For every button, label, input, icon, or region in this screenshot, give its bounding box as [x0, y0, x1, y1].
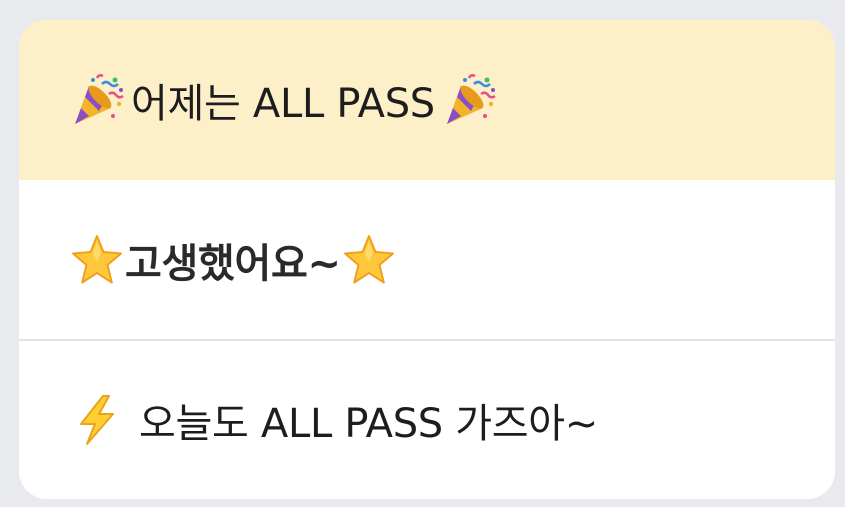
- message-text: 어제는 ALL PASS: [131, 81, 435, 127]
- message-text: 고생했어요~: [125, 240, 341, 287]
- lightning-bolt-icon: [69, 392, 125, 448]
- star-icon: [69, 232, 125, 288]
- party-popper-icon: [69, 72, 125, 128]
- party-popper-icon: [441, 72, 497, 128]
- message-text: 오늘도 ALL PASS 가즈아~: [139, 401, 599, 447]
- list-item-yesterday[interactable]: 어제는 ALL PASS: [19, 20, 835, 180]
- list-item-today[interactable]: 오늘도 ALL PASS 가즈아~: [19, 341, 835, 499]
- message-card: 어제는 ALL PASS 고생했어요~ 오늘도 ALL PASS 가즈아~: [19, 20, 835, 499]
- list-item-good-job[interactable]: 고생했어요~: [19, 180, 835, 339]
- star-icon: [341, 232, 397, 288]
